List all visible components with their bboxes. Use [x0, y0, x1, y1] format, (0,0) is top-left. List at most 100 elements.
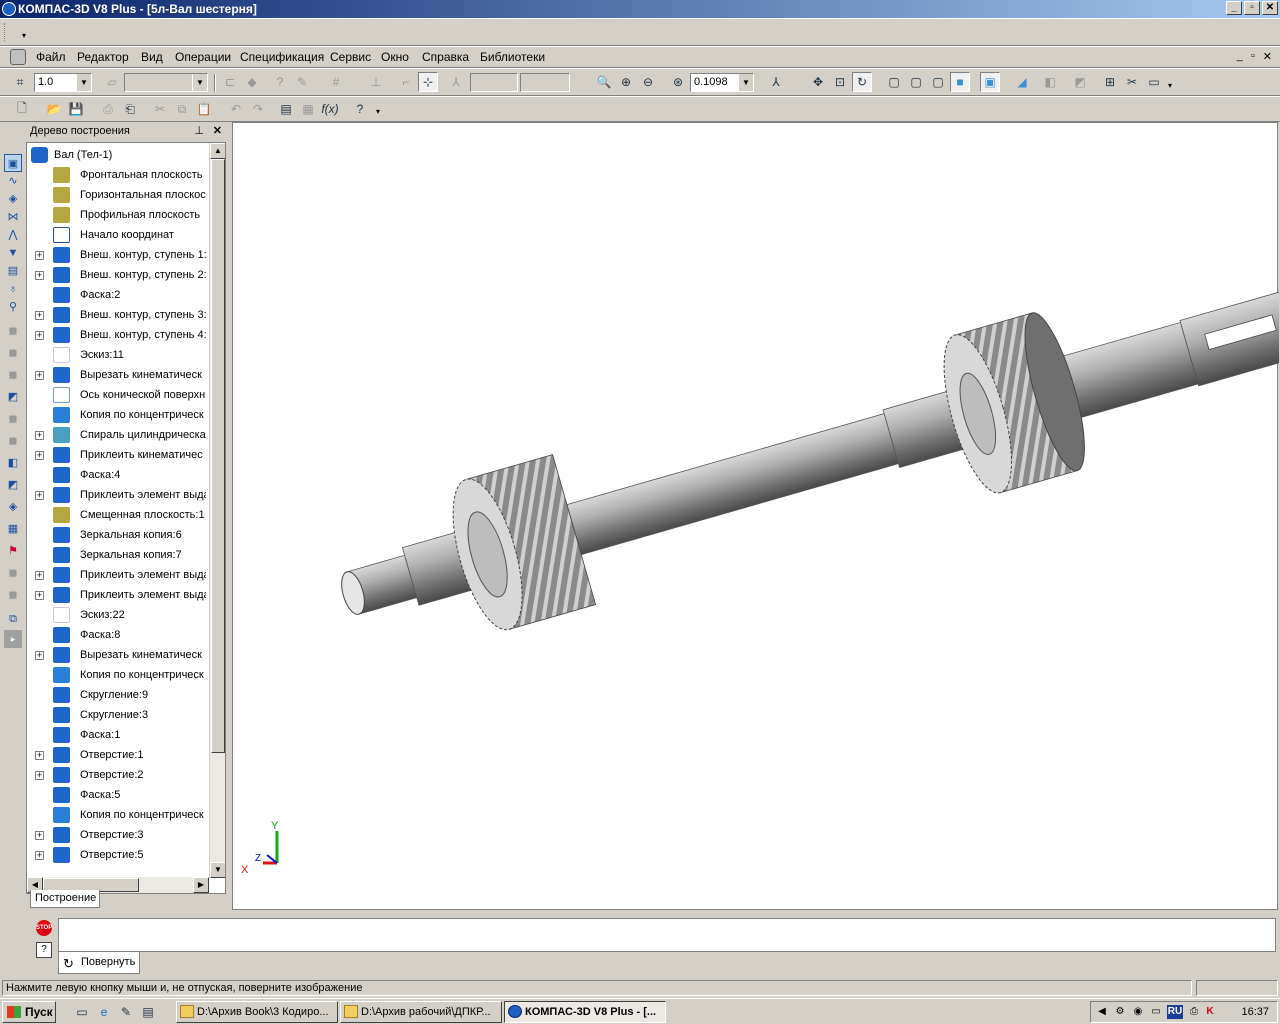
tree-item[interactable]: Фаска:4	[27, 465, 207, 485]
expand-icon[interactable]: +	[35, 491, 44, 500]
task-kompas[interactable]: КОМПАС-3D V8 Plus - [...	[504, 1001, 666, 1023]
doc-close-button[interactable]: ✕	[1263, 50, 1272, 63]
menu-specification[interactable]: Спецификация	[240, 50, 324, 64]
tree-item[interactable]: Фаска:5	[27, 785, 207, 805]
quicklaunch-app-icon[interactable]: ▤	[138, 1002, 158, 1022]
antivirus-icon[interactable]: K	[1203, 1005, 1217, 1019]
edit-model-icon[interactable]: ▣	[4, 154, 22, 172]
vertical-scrollbar[interactable]: ▲ ▼	[209, 143, 225, 878]
rotate-icon[interactable]: ↻	[852, 72, 872, 92]
tree-item[interactable]: + Отверстие:5	[27, 845, 207, 865]
task-folder-book[interactable]: D:\Архив Book\3 Кодиро...	[176, 1001, 338, 1023]
orientation-icon[interactable]: ⅄	[766, 72, 786, 92]
tree-item[interactable]: Фаска:8	[27, 625, 207, 645]
measure-tool-icon[interactable]: ♁	[4, 280, 22, 298]
expand-icon[interactable]: +	[35, 311, 44, 320]
new-document-icon[interactable]: 🗋	[12, 99, 32, 119]
menu-file[interactable]: Файл	[36, 50, 66, 64]
shell-tool-icon[interactable]: ◈	[4, 498, 22, 516]
window-titlebar[interactable]: КОМПАС-3D V8 Plus - [5л-Вал шестерня] _ …	[0, 0, 1280, 18]
menu-view[interactable]: Вид	[141, 50, 163, 64]
tree-item[interactable]: + Внеш. контур, ступень 3:	[27, 305, 207, 325]
monitor-icon[interactable]: ▭	[1149, 1005, 1163, 1019]
step-combo[interactable]: 1.0 ▼	[34, 73, 92, 92]
toolbar-chevron-icon[interactable]: ▾	[376, 107, 380, 116]
chevron-down-icon[interactable]: ▼	[76, 74, 91, 91]
menu-libraries[interactable]: Библиотеки	[480, 50, 545, 64]
tree-item[interactable]: + Отверстие:1	[27, 745, 207, 765]
expand-icon[interactable]: +	[35, 751, 44, 760]
curves-icon[interactable]: ∿	[4, 172, 22, 190]
tree-item[interactable]: + Приклеить элемент выда	[27, 585, 207, 605]
tree-item[interactable]: + Внеш. контур, ступень 4:	[27, 325, 207, 345]
tree-item[interactable]: + Внеш. контур, ступень 1:	[27, 245, 207, 265]
snap-grid-icon[interactable]: ⌗	[10, 72, 30, 92]
menu-service[interactable]: Сервис	[330, 50, 371, 64]
tree-item[interactable]: Фаска:1	[27, 725, 207, 745]
filter-icon[interactable]: ▼	[4, 244, 22, 262]
expand-toolbar-icon[interactable]: ▸	[4, 630, 22, 648]
help-cursor-icon[interactable]: ?	[350, 99, 370, 119]
volume-icon[interactable]: ◀	[1095, 1005, 1109, 1019]
expand-icon[interactable]: +	[35, 271, 44, 280]
scroll-right-button[interactable]: ▶	[193, 877, 209, 893]
stop-icon[interactable]: STOP	[36, 920, 52, 936]
specification-icon[interactable]: ▤	[4, 262, 22, 280]
zoom-window-icon[interactable]: 🔍	[594, 72, 614, 92]
expand-icon[interactable]: +	[35, 371, 44, 380]
tree-item[interactable]: + Отверстие:3	[27, 825, 207, 845]
tree-item[interactable]: Фаска:2	[27, 285, 207, 305]
tree-item[interactable]: + Внеш. контур, ступень 2:	[27, 265, 207, 285]
expand-icon[interactable]: +	[35, 591, 44, 600]
tree-item[interactable]: Зеркальная копия:6	[27, 525, 207, 545]
pin-icon[interactable]: ⊥	[194, 122, 204, 140]
zoom-scale-icon[interactable]: ⊛	[668, 72, 688, 92]
menu-help[interactable]: Справка	[422, 50, 469, 64]
tree-item[interactable]: Начало координат	[27, 225, 207, 245]
tree-item[interactable]: + Вырезать кинематическ	[27, 645, 207, 665]
zoom-combo[interactable]: 0.1098 ▼	[690, 73, 754, 92]
model-viewport[interactable]: X Y Z	[232, 122, 1280, 910]
mirror-tool-icon[interactable]: ⚑	[4, 542, 22, 560]
properties-icon[interactable]: ⊞	[1100, 72, 1120, 92]
perspective-icon[interactable]: ◢	[1012, 72, 1032, 92]
expand-icon[interactable]: +	[35, 571, 44, 580]
tree-item[interactable]: + Приклеить элемент выда	[27, 565, 207, 585]
shaded-icon[interactable]: ■	[950, 72, 970, 92]
internet-explorer-icon[interactable]: e	[94, 1002, 114, 1022]
auxiliary-geometry-icon[interactable]: ⋈	[4, 208, 22, 226]
tree-item[interactable]: Смещенная плоскость:1	[27, 505, 207, 525]
pan-icon[interactable]: ✥	[808, 72, 828, 92]
tree-item[interactable]: Фронтальная плоскость	[27, 165, 207, 185]
help-icon[interactable]: ?	[36, 942, 52, 958]
loft-tool-icon[interactable]: ◩	[4, 388, 22, 406]
expand-icon[interactable]: +	[35, 451, 44, 460]
wireframe-icon[interactable]: ▢	[884, 72, 904, 92]
surfaces-icon[interactable]: ◈	[4, 190, 22, 208]
expand-icon[interactable]: +	[35, 831, 44, 840]
zoom-in-icon[interactable]: ⊕	[616, 72, 636, 92]
tree-item[interactable]: Копия по концентрическ	[27, 405, 207, 425]
toolbar-chevron-icon[interactable]: ▾	[1168, 81, 1172, 90]
zoom-out-icon[interactable]: ⊖	[638, 72, 658, 92]
thin-hidden-icon[interactable]: ▢	[928, 72, 948, 92]
task-folder-work[interactable]: D:\Архив рабочий\ДПКР...	[340, 1001, 502, 1023]
variables-fx-icon[interactable]: f(x)	[320, 99, 340, 119]
tree-item[interactable]: Горизонтальная плоскос	[27, 185, 207, 205]
save-icon[interactable]: 💾	[66, 99, 86, 119]
tools-icon[interactable]: ✂	[1122, 72, 1142, 92]
scroll-thumb[interactable]	[211, 159, 225, 753]
tree-item[interactable]: Зеркальная копия:7	[27, 545, 207, 565]
print-preview-icon[interactable]: ⎗	[120, 99, 140, 119]
tree-item[interactable]: + Приклеить кинематичес	[27, 445, 207, 465]
minimize-button[interactable]: _	[1226, 1, 1242, 15]
menu-window[interactable]: Окно	[381, 50, 409, 64]
toolbar-grip[interactable]	[4, 23, 6, 41]
tree-item[interactable]: Скругление:9	[27, 685, 207, 705]
tree-item[interactable]: Скругление:3	[27, 705, 207, 725]
start-button[interactable]: Пуск	[2, 1001, 56, 1023]
tree-root[interactable]: Вал (Тел-1)	[27, 145, 207, 165]
close-button[interactable]: ✕	[1262, 1, 1278, 15]
chamfer-tool-icon[interactable]: ◩	[4, 476, 22, 494]
tree-item[interactable]: Копия по концентрическ	[27, 805, 207, 825]
